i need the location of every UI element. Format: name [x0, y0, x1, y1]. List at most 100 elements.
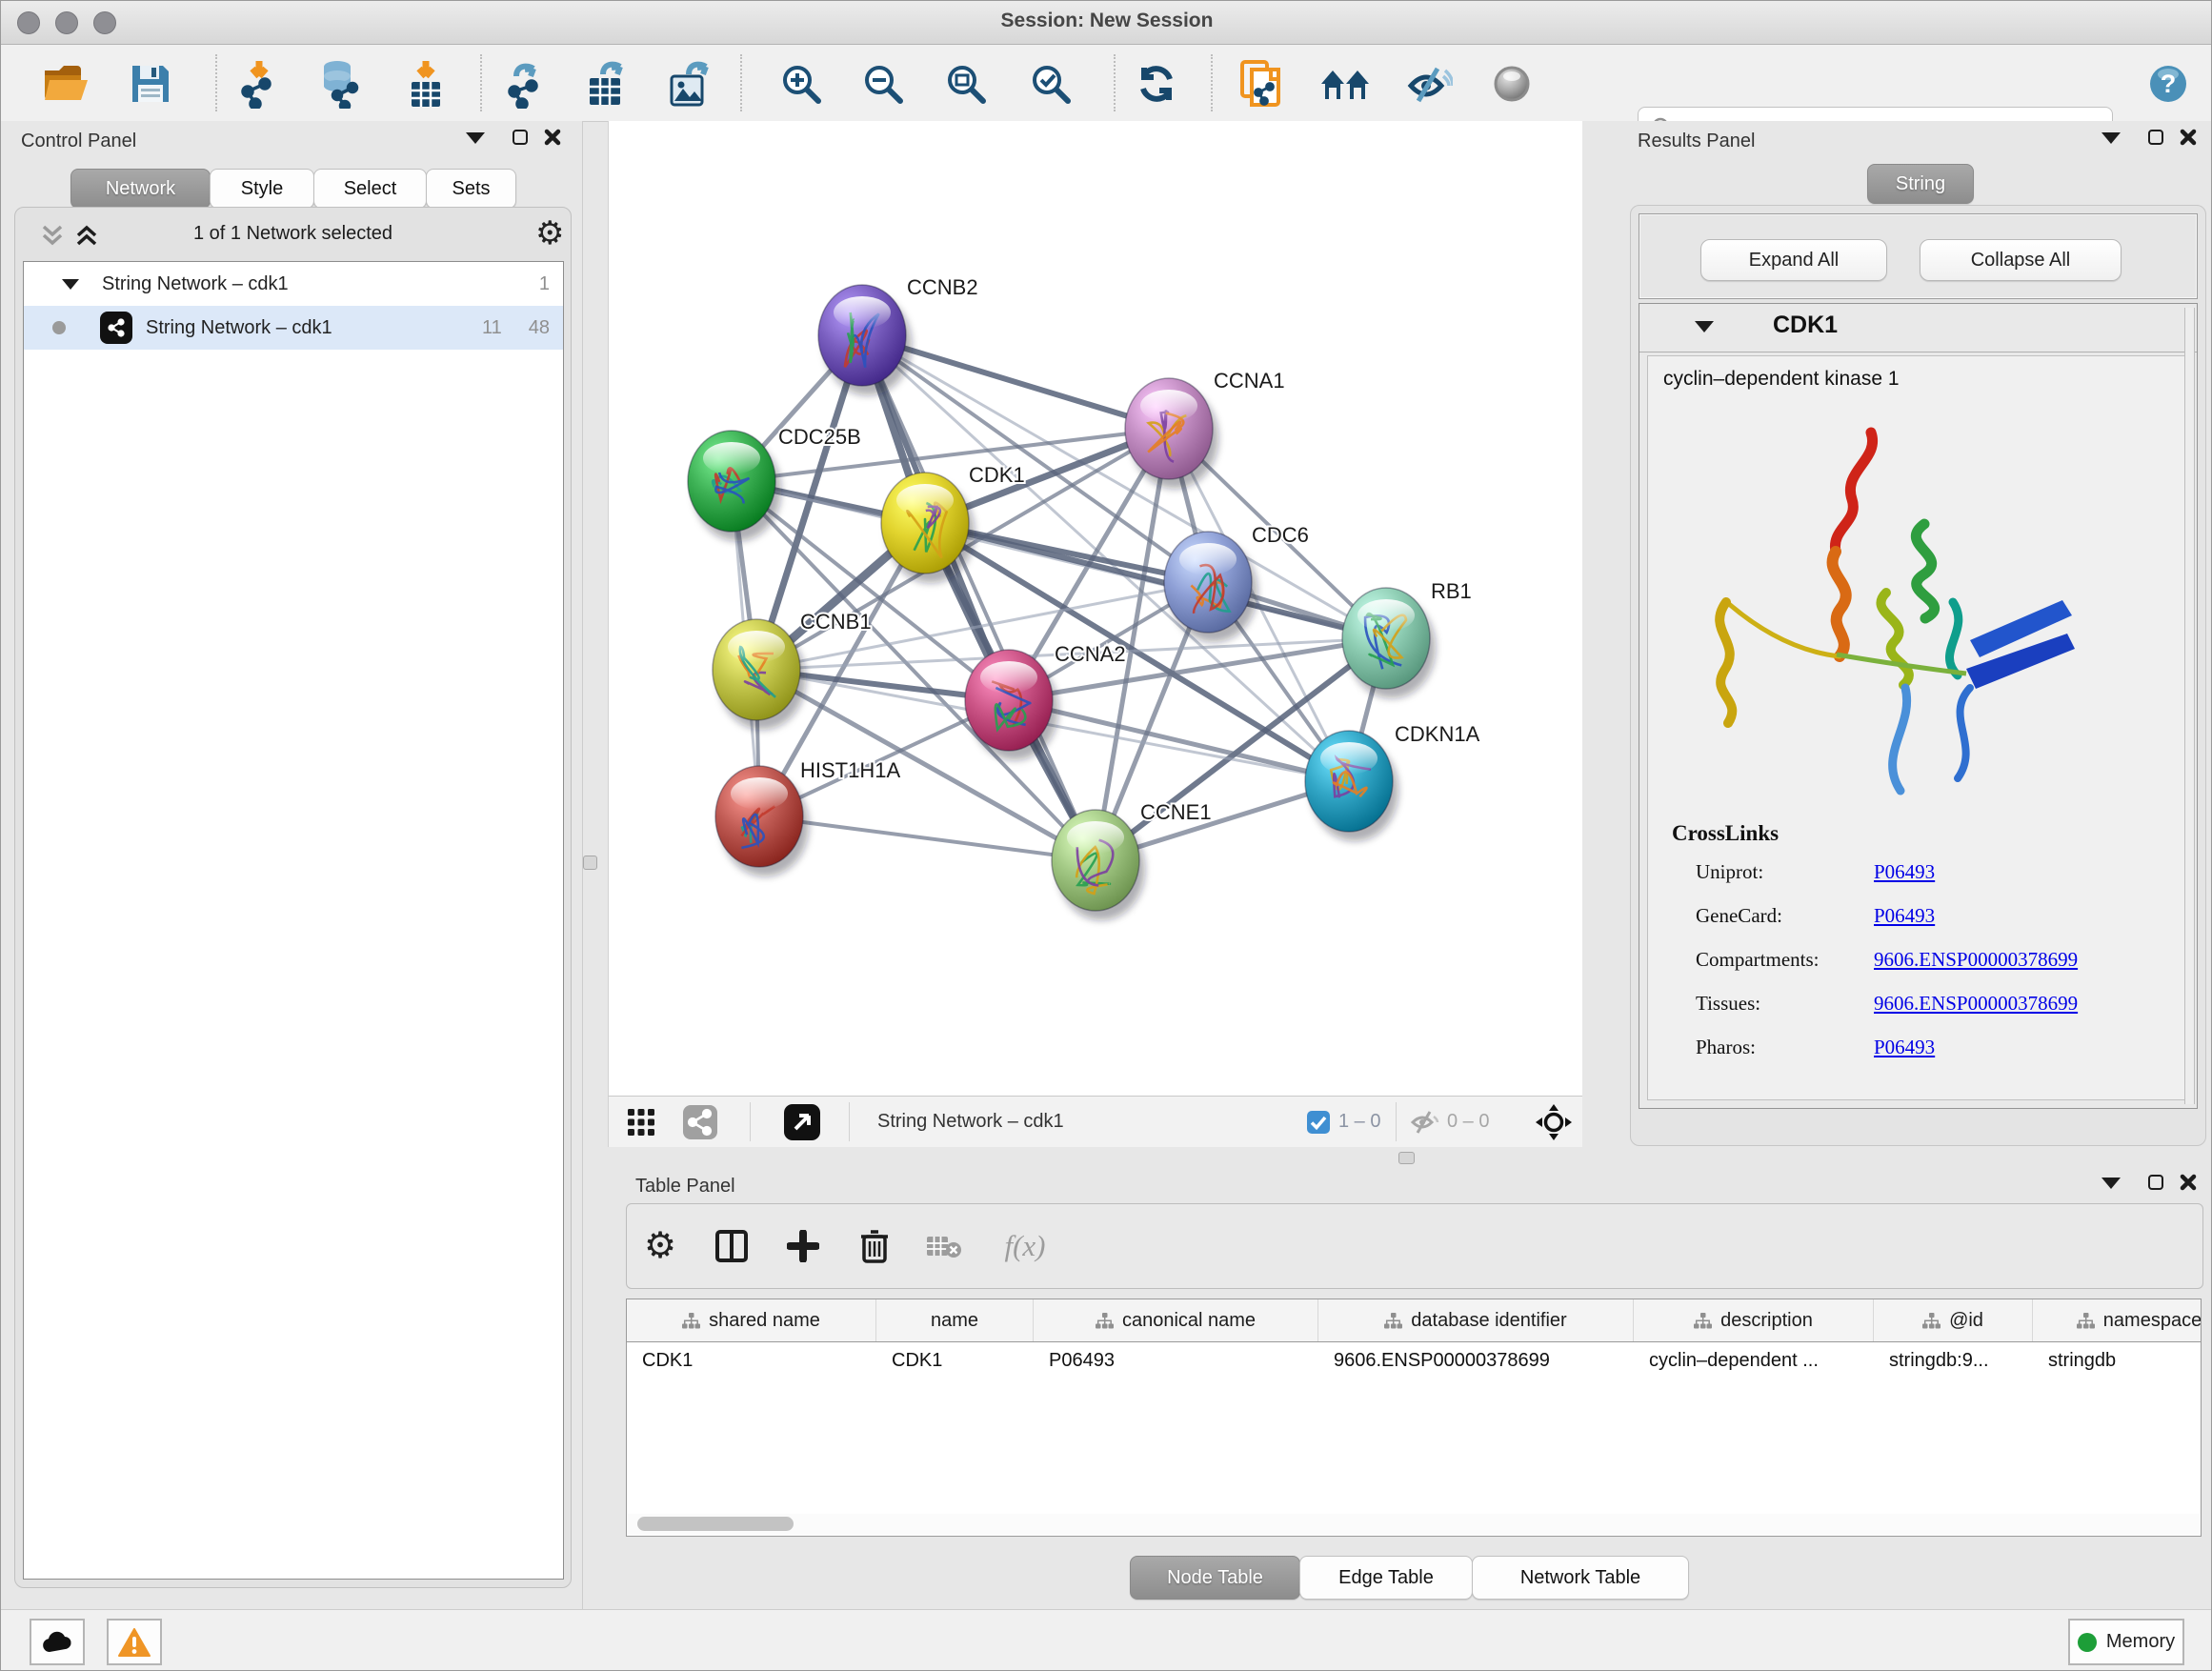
tab-string[interactable]: String	[1867, 164, 1974, 204]
column-header-name[interactable]: name	[876, 1299, 1034, 1341]
table-settings-button[interactable]: ⚙	[632, 1218, 689, 1275]
zoom-fit-button[interactable]	[938, 56, 994, 111]
tab-node-table[interactable]: Node Table	[1130, 1556, 1300, 1600]
zoom-out-button[interactable]	[855, 56, 911, 111]
import-network-database-button[interactable]	[312, 56, 367, 111]
control-panel-float-icon[interactable]	[513, 130, 528, 145]
crosslink-value-link[interactable]: 9606.ENSP00000378699	[1874, 948, 2078, 972]
column-header--id[interactable]: @id	[1874, 1299, 2033, 1341]
column-header-shared-name[interactable]: shared name	[627, 1299, 876, 1341]
network-node-cdk1[interactable]: CDK1	[881, 463, 1025, 583]
network-node-count: 11	[482, 317, 502, 339]
zoom-selected-button[interactable]	[1023, 56, 1078, 111]
network-overview-button[interactable]	[683, 1097, 717, 1147]
tab-edge-table[interactable]: Edge Table	[1299, 1556, 1473, 1600]
memory-button[interactable]: Memory	[2068, 1619, 2184, 1665]
table-cell[interactable]: CDK1	[627, 1341, 876, 1379]
vertical-splitter-handle[interactable]	[583, 856, 597, 870]
export-table-button[interactable]	[580, 56, 635, 111]
crosslink-value-link[interactable]: P06493	[1874, 860, 1935, 884]
scrollbar-thumb[interactable]	[637, 1517, 794, 1531]
selected-checkbox[interactable]	[1306, 1097, 1331, 1147]
string-results-box: Expand All Collapse All CDK1 cyclin–depe…	[1630, 205, 2206, 1146]
column-header-database-identifier[interactable]: database identifier	[1318, 1299, 1634, 1341]
results-panel-close-icon[interactable]	[2180, 129, 2197, 146]
network-node-ccne1[interactable]: CCNE1	[1052, 800, 1212, 920]
grid-view-button[interactable]	[626, 1097, 656, 1147]
fit-content-button[interactable]	[1535, 1097, 1573, 1147]
table-cell[interactable]: P06493	[1034, 1341, 1318, 1379]
table-cell[interactable]: stringdb:9...	[1874, 1341, 2033, 1379]
column-header-canonical-name[interactable]: canonical name	[1034, 1299, 1318, 1341]
control-panel-close-icon[interactable]	[544, 129, 561, 146]
help-button[interactable]: ?	[2141, 56, 2196, 111]
open-external-view-button[interactable]	[784, 1097, 820, 1147]
control-panel-collapse-icon[interactable]	[466, 132, 485, 144]
results-vertical-scrollbar[interactable]	[2184, 308, 2195, 1104]
function-builder-button[interactable]: f(x)	[987, 1218, 1063, 1275]
import-network-file-button[interactable]	[231, 56, 287, 111]
network-options-gear-icon[interactable]: ⚙	[535, 217, 564, 250]
save-session-button[interactable]	[123, 56, 178, 111]
toggle-visibility-button[interactable]	[1401, 56, 1457, 111]
crosslink-value-link[interactable]: P06493	[1874, 904, 1935, 928]
crosslink-value-link[interactable]: 9606.ENSP00000378699	[1874, 992, 2078, 1016]
network-node-ccnb2[interactable]: CCNB2	[818, 275, 978, 395]
delete-table-button[interactable]	[915, 1218, 973, 1275]
network-edge[interactable]	[925, 523, 1386, 638]
table-cell[interactable]: 9606.ENSP00000378699	[1318, 1341, 1634, 1379]
tree-expand-icon[interactable]	[62, 279, 79, 290]
table-panel-collapse-icon[interactable]	[2101, 1178, 2121, 1189]
results-panel-collapse-icon[interactable]	[2101, 132, 2121, 144]
network-node-rb1[interactable]: RB1	[1342, 579, 1472, 698]
cloud-status-button[interactable]	[30, 1619, 85, 1665]
add-column-button[interactable]	[774, 1218, 832, 1275]
expand-all-button[interactable]: Expand All	[1700, 239, 1887, 281]
network-node-ccna1[interactable]: CCNA1	[1125, 369, 1285, 489]
import-table-button[interactable]	[398, 56, 453, 111]
horizontal-splitter-handle[interactable]	[1398, 1152, 1415, 1164]
table-horizontal-scrollbar[interactable]	[628, 1514, 2200, 1535]
column-header-namespace[interactable]: namespace	[2033, 1299, 2202, 1341]
show-graphics-details-button[interactable]	[1484, 56, 1539, 111]
network-edge[interactable]	[759, 816, 1096, 860]
tab-network-table[interactable]: Network Table	[1472, 1556, 1689, 1600]
open-session-button[interactable]	[38, 56, 93, 111]
network-row-selected[interactable]: String Network – cdk1 11 48	[24, 306, 563, 350]
table-panel-close-icon[interactable]	[2180, 1174, 2197, 1191]
title-bar[interactable]: Session: New Session	[1, 1, 2212, 45]
import-clipboard-network-button[interactable]	[1233, 56, 1288, 111]
table-cell[interactable]: CDK1	[876, 1341, 1034, 1379]
export-image-button[interactable]	[663, 56, 718, 111]
network-collection-row[interactable]: String Network – cdk1 1	[24, 262, 563, 306]
delete-column-button[interactable]	[846, 1218, 903, 1275]
network-node-hist1h1a[interactable]: HIST1H1A	[715, 758, 900, 876]
network-node-ccnb1[interactable]: CCNB1	[713, 610, 872, 730]
warnings-button[interactable]	[107, 1619, 162, 1665]
zoom-in-button[interactable]	[774, 56, 829, 111]
tab-select[interactable]: Select	[313, 169, 427, 209]
protein-entry-header[interactable]: CDK1	[1639, 304, 2197, 352]
tab-sets[interactable]: Sets	[426, 169, 516, 209]
results-panel-float-icon[interactable]	[2148, 130, 2163, 145]
tab-style[interactable]: Style	[210, 169, 314, 209]
table-cell[interactable]: stringdb	[2033, 1341, 2202, 1379]
select-columns-button[interactable]	[703, 1218, 760, 1275]
network-canvas[interactable]: CCNB2CCNA1CDC25BCDK1CDC6RB1CCNB1CCNA2CDK…	[608, 121, 1582, 1096]
apply-layout-button[interactable]	[1129, 56, 1184, 111]
table-panel-float-icon[interactable]	[2148, 1175, 2163, 1190]
table-cell[interactable]: cyclin–dependent ...	[1634, 1341, 1874, 1379]
network-node-ccna2[interactable]: CCNA2	[965, 642, 1126, 760]
network-graph[interactable]: CCNB2CCNA1CDC25BCDK1CDC6RB1CCNB1CCNA2CDK…	[609, 121, 1582, 1096]
table-row[interactable]: CDK1CDK1P064939606.ENSP00000378699cyclin…	[627, 1341, 2202, 1379]
tab-network[interactable]: Network	[70, 169, 211, 209]
node-label: CCNE1	[1140, 800, 1212, 824]
collapse-all-button[interactable]: Collapse All	[1920, 239, 2122, 281]
entry-collapse-icon[interactable]	[1695, 321, 1714, 332]
export-network-button[interactable]	[498, 56, 553, 111]
crosslink-value-link[interactable]: P06493	[1874, 1036, 1935, 1059]
column-header-description[interactable]: description	[1634, 1299, 1874, 1341]
hidden-elements-indicator[interactable]	[1409, 1097, 1439, 1147]
network-node-cdkn1a[interactable]: CDKN1A	[1305, 722, 1480, 841]
string-home-button[interactable]	[1317, 56, 1373, 111]
